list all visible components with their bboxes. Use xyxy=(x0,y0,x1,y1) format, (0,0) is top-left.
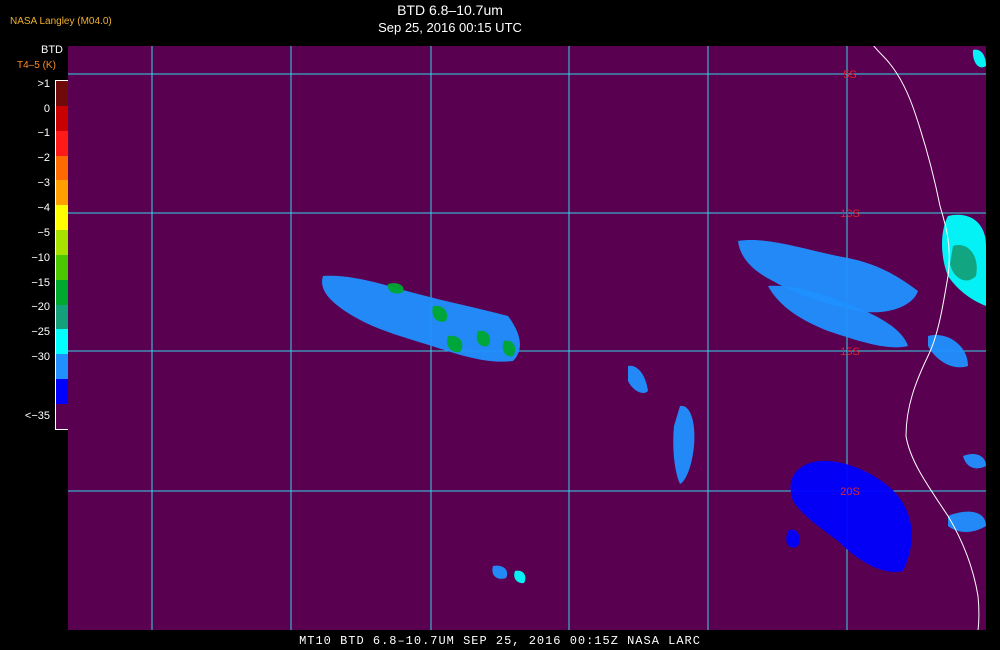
colorbar-tick-label: <−35 xyxy=(24,409,50,422)
map-subtitle: Sep 25, 2016 00:15 UTC xyxy=(378,20,522,35)
colorbar-tick-label: −1 xyxy=(37,127,50,140)
colorbar-tick-label: −4 xyxy=(37,202,50,214)
colorbar-tick-label: −10 xyxy=(31,251,50,264)
colorbar-tick-label: −25 xyxy=(31,326,50,339)
org-label: NASA Langley (M04.0) xyxy=(10,16,112,27)
longitude-label: 0 xyxy=(566,46,572,47)
latitude-label: 5S xyxy=(843,69,856,81)
colorbar-tick-label: 0 xyxy=(43,102,50,115)
map-panel: 15W 10W 5W 0 5E 10E 5S 10S 15S 20S xyxy=(68,46,986,630)
footer-caption: MT10 BTD 6.8–10.7UM SEP 25, 2016 00:15Z … xyxy=(299,634,701,648)
colorbar-tick-label: −20 xyxy=(31,301,50,314)
longitude-label: 10E xyxy=(837,46,857,47)
colorbar-tick-label: −3 xyxy=(37,177,50,190)
latitude-label: 10S xyxy=(840,208,860,220)
longitude-label: 5E xyxy=(701,46,714,47)
latitude-label: 20S xyxy=(840,486,860,498)
longitude-label: 10W xyxy=(280,46,303,47)
colorbar-tick-label: >1 xyxy=(37,77,50,90)
map-title: BTD 6.8–10.7um xyxy=(397,2,503,18)
longitude-label: 5W xyxy=(423,46,440,47)
colorbar-tick-label: −2 xyxy=(37,152,50,165)
latitude-label: 15S xyxy=(840,346,860,358)
colorbar-tick-label: −5 xyxy=(37,226,50,239)
map-canvas: 15W 10W 5W 0 5E 10E 5S 10S 15S 20S xyxy=(68,46,986,630)
colorbar-tick-label: −30 xyxy=(31,351,50,364)
colorbar-tick-label: −15 xyxy=(31,276,50,289)
legend-title: BTD xyxy=(41,44,63,56)
longitude-label: 15W xyxy=(141,46,164,47)
